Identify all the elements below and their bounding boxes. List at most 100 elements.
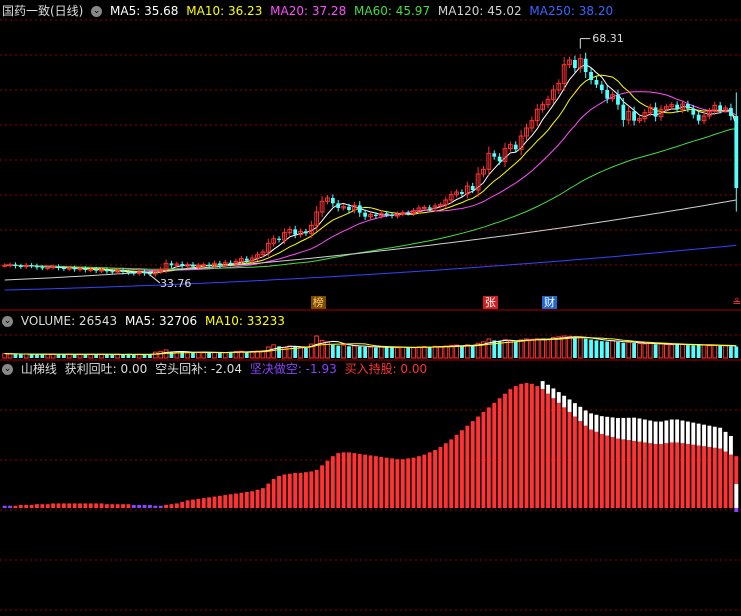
candle-body — [201, 264, 207, 267]
indicator-bar — [104, 504, 109, 508]
indicator-bar — [508, 389, 513, 508]
indicator-bar — [707, 447, 712, 508]
candle-body — [605, 90, 610, 99]
volume-ma5-label: MA5: 32706 — [124, 314, 198, 328]
indicator-bar — [449, 439, 454, 508]
volume-bar — [29, 354, 34, 358]
chevron-down-icon[interactable]: ⌄ — [2, 316, 13, 327]
volume-bar — [707, 345, 712, 359]
candle-body — [83, 268, 88, 270]
profit-taking-label: 获利回吐: 0.00 — [64, 362, 148, 376]
candle-body — [734, 116, 739, 188]
volume-bar — [99, 353, 104, 359]
volume-bar — [105, 354, 109, 358]
indicator-bar — [196, 498, 201, 508]
indicator-bar-cap — [616, 418, 620, 439]
volume-bar — [136, 354, 142, 359]
volume-bar — [158, 350, 164, 359]
indicator-bar — [347, 452, 351, 508]
volume-bar — [556, 336, 562, 359]
indicator-bar — [174, 503, 179, 508]
stock-title[interactable]: 国药一致(日线) — [2, 4, 83, 18]
volume-bar — [663, 344, 669, 359]
indicator-bar — [126, 504, 131, 508]
indicator-bar — [427, 452, 432, 508]
candle-body — [88, 268, 94, 271]
candle-body — [244, 258, 249, 261]
volume-bar — [729, 346, 733, 358]
indicator-bar — [201, 498, 206, 508]
volume-bar — [378, 346, 384, 359]
volume-bar — [448, 344, 454, 359]
price-markers — [149, 38, 591, 284]
candle-body — [336, 203, 341, 208]
volume-bar — [121, 354, 125, 358]
candle-body — [29, 265, 34, 267]
event-tag[interactable]: 财 — [542, 296, 558, 309]
indicator-name[interactable]: 山梯线 — [21, 362, 57, 376]
volume-bar — [421, 346, 427, 359]
event-tag[interactable]: 张 — [482, 296, 498, 309]
volume-bar — [734, 346, 739, 358]
indicator-bar — [373, 456, 378, 508]
volume-bar — [40, 354, 45, 358]
moving-average-lines — [4, 64, 737, 291]
indicator-bar — [605, 435, 610, 508]
indicator-bar — [395, 459, 400, 508]
indicator-bar — [513, 386, 518, 508]
chevron-down-icon[interactable]: ⌄ — [2, 364, 13, 375]
indicator-bar — [250, 491, 255, 508]
candle-body — [72, 268, 77, 270]
ma60-label: MA60: 45.97 — [354, 4, 431, 18]
indicator-bar — [271, 479, 276, 508]
chevron-down-icon[interactable]: ⌄ — [91, 6, 103, 17]
indicator-bar-cap — [712, 426, 717, 448]
volume-bar — [443, 345, 449, 359]
candle-body — [7, 264, 13, 267]
indicator-bar — [481, 411, 486, 508]
volume-bar — [314, 335, 320, 359]
indicator-bar — [723, 451, 728, 508]
volume-bars — [2, 335, 739, 359]
indicator-bar — [110, 504, 115, 508]
indicator-bar — [551, 398, 556, 508]
volume-bar — [336, 345, 341, 358]
volume-bar — [287, 345, 293, 359]
indicator-bar-cap — [675, 419, 680, 443]
candle-body — [421, 206, 427, 209]
volume-bar — [18, 354, 23, 358]
volume-bar — [363, 346, 368, 358]
volume-bar — [686, 345, 690, 358]
volume-bar — [56, 354, 61, 358]
indicator-bar — [503, 393, 507, 508]
volume-bar — [518, 339, 524, 359]
indicator-bar-cap — [578, 406, 583, 422]
event-tag[interactable]: ≗ — [730, 296, 741, 309]
ma20-label: MA20: 37.28 — [270, 4, 347, 18]
indicator-bar-cap — [546, 384, 550, 394]
event-tag[interactable]: 榜 — [310, 296, 326, 309]
indicator-bar-cap — [637, 418, 642, 442]
volume-bar — [691, 345, 696, 358]
volume-bar — [632, 343, 636, 358]
indicator-bar-cap — [567, 399, 572, 412]
indicator-bar — [492, 402, 497, 508]
indicator-bar-cap — [648, 420, 653, 444]
candle-body — [277, 238, 281, 240]
candle-body — [217, 263, 222, 266]
volume-bar — [621, 342, 626, 358]
candle-body — [45, 266, 51, 269]
candle-body — [583, 58, 588, 72]
candle-body — [632, 111, 636, 121]
indicator-bar — [260, 488, 265, 508]
volume-bar — [647, 342, 653, 359]
indicator-bar — [621, 439, 626, 508]
indicator-bar — [99, 503, 104, 508]
volume-bar — [492, 340, 497, 358]
indicator-bar — [228, 494, 233, 508]
indicator-bar-cap — [562, 395, 567, 408]
indicator-bar-cap — [642, 419, 647, 443]
indicator-bar — [589, 429, 593, 508]
volume-bar — [680, 344, 685, 359]
volume-bar — [131, 354, 136, 358]
